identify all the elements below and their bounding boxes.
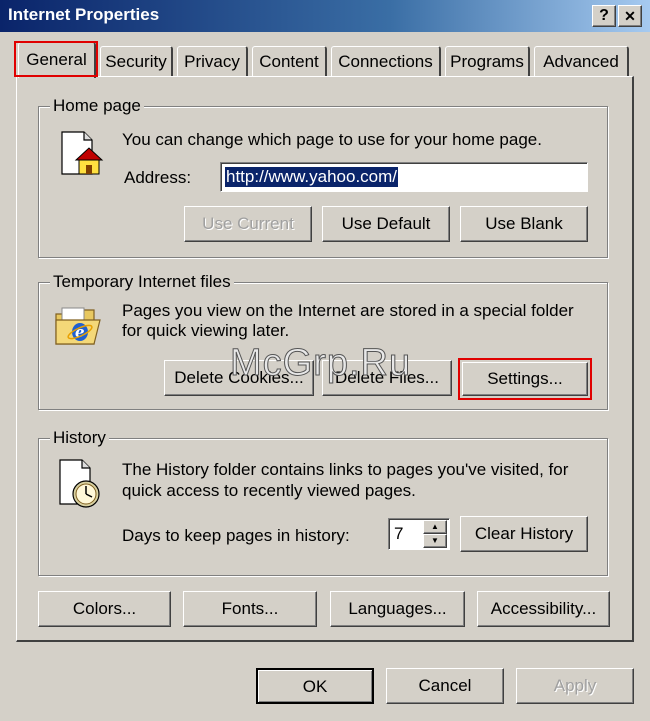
- close-icon: ✕: [624, 8, 636, 24]
- home-page-legend: Home page: [50, 97, 144, 115]
- ie-folder-icon: e: [54, 300, 108, 350]
- history-legend: History: [50, 429, 109, 447]
- home-page-description: You can change which page to use for you…: [122, 130, 542, 149]
- days-spinner[interactable]: 7 ▲ ▼: [388, 518, 450, 550]
- history-description-2: quick access to recently viewed pages.: [122, 481, 416, 500]
- close-button[interactable]: ✕: [618, 5, 642, 27]
- clear-history-button[interactable]: Clear History: [460, 516, 588, 552]
- colors-button[interactable]: Colors...: [38, 591, 171, 627]
- settings-button-highlight: [458, 358, 592, 400]
- days-label: Days to keep pages in history:: [122, 526, 350, 545]
- history-description-1: The History folder contains links to pag…: [122, 460, 569, 479]
- help-button[interactable]: ?: [592, 5, 616, 27]
- window-title: Internet Properties: [8, 5, 160, 24]
- address-value: http://www.yahoo.com/: [225, 167, 399, 187]
- temp-files-description-1: Pages you view on the Internet are store…: [122, 301, 574, 320]
- tab-content[interactable]: Content: [252, 46, 327, 76]
- languages-button[interactable]: Languages...: [330, 591, 465, 627]
- tab-advanced[interactable]: Advanced: [534, 46, 629, 76]
- cancel-button[interactable]: Cancel: [386, 668, 504, 704]
- history-group: [38, 438, 608, 576]
- days-value: 7: [394, 524, 404, 543]
- home-page-icon: [56, 128, 106, 178]
- tab-security[interactable]: Security: [100, 46, 173, 76]
- tab-privacy[interactable]: Privacy: [177, 46, 248, 76]
- apply-button[interactable]: Apply: [516, 668, 634, 704]
- address-label: Address:: [124, 168, 192, 187]
- ok-button[interactable]: OK: [256, 668, 374, 704]
- fonts-button[interactable]: Fonts...: [183, 591, 317, 627]
- spinner-down-button[interactable]: ▼: [423, 534, 447, 548]
- tab-programs[interactable]: Programs: [445, 46, 530, 76]
- use-blank-button[interactable]: Use Blank: [460, 206, 588, 242]
- use-current-button[interactable]: Use Current: [184, 206, 312, 242]
- temp-files-legend: Temporary Internet files: [50, 273, 234, 291]
- spinner-up-button[interactable]: ▲: [423, 520, 447, 534]
- use-default-button[interactable]: Use Default: [322, 206, 450, 242]
- tab-connections[interactable]: Connections: [331, 46, 441, 76]
- watermark-text: McGrp.Ru: [229, 342, 412, 385]
- temp-files-description-2: for quick viewing later.: [122, 321, 290, 340]
- history-clock-icon: [56, 458, 106, 510]
- accessibility-button[interactable]: Accessibility...: [477, 591, 610, 627]
- tab-general-highlight: [14, 41, 98, 77]
- address-input[interactable]: http://www.yahoo.com/: [220, 162, 588, 192]
